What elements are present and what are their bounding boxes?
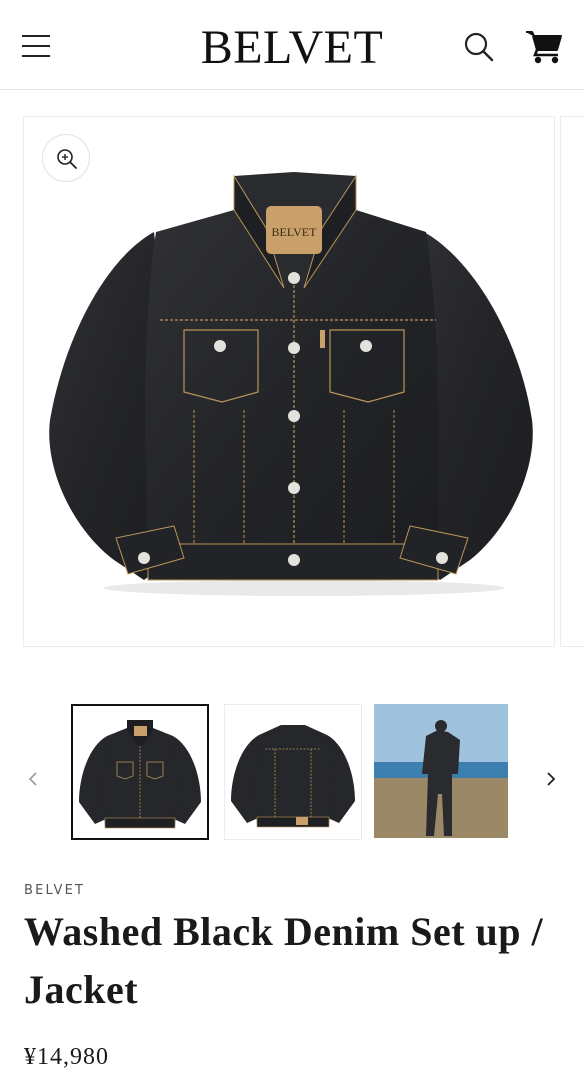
next-image-peek[interactable] xyxy=(560,116,584,647)
jacket-front-image: BELVET xyxy=(49,172,533,596)
product-vendor: BELVET xyxy=(24,883,86,898)
zoom-in-icon[interactable] xyxy=(42,134,90,182)
thumbnail-lifestyle[interactable] xyxy=(374,704,512,840)
cart-icon[interactable] xyxy=(524,28,564,66)
site-logo[interactable]: BELVET xyxy=(0,20,584,76)
chevron-left-icon[interactable] xyxy=(18,762,48,796)
thumbnail-back[interactable] xyxy=(224,704,362,840)
search-icon[interactable] xyxy=(462,30,496,64)
patch-label: BELVET xyxy=(272,225,318,239)
chevron-right-icon[interactable] xyxy=(536,762,566,796)
product-title: Washed Black Denim Set up / Jacket xyxy=(24,909,544,1012)
thumbnail-front[interactable] xyxy=(71,704,209,840)
site-header: BELVET xyxy=(0,0,584,90)
product-price: ¥14,980 xyxy=(24,1044,109,1070)
